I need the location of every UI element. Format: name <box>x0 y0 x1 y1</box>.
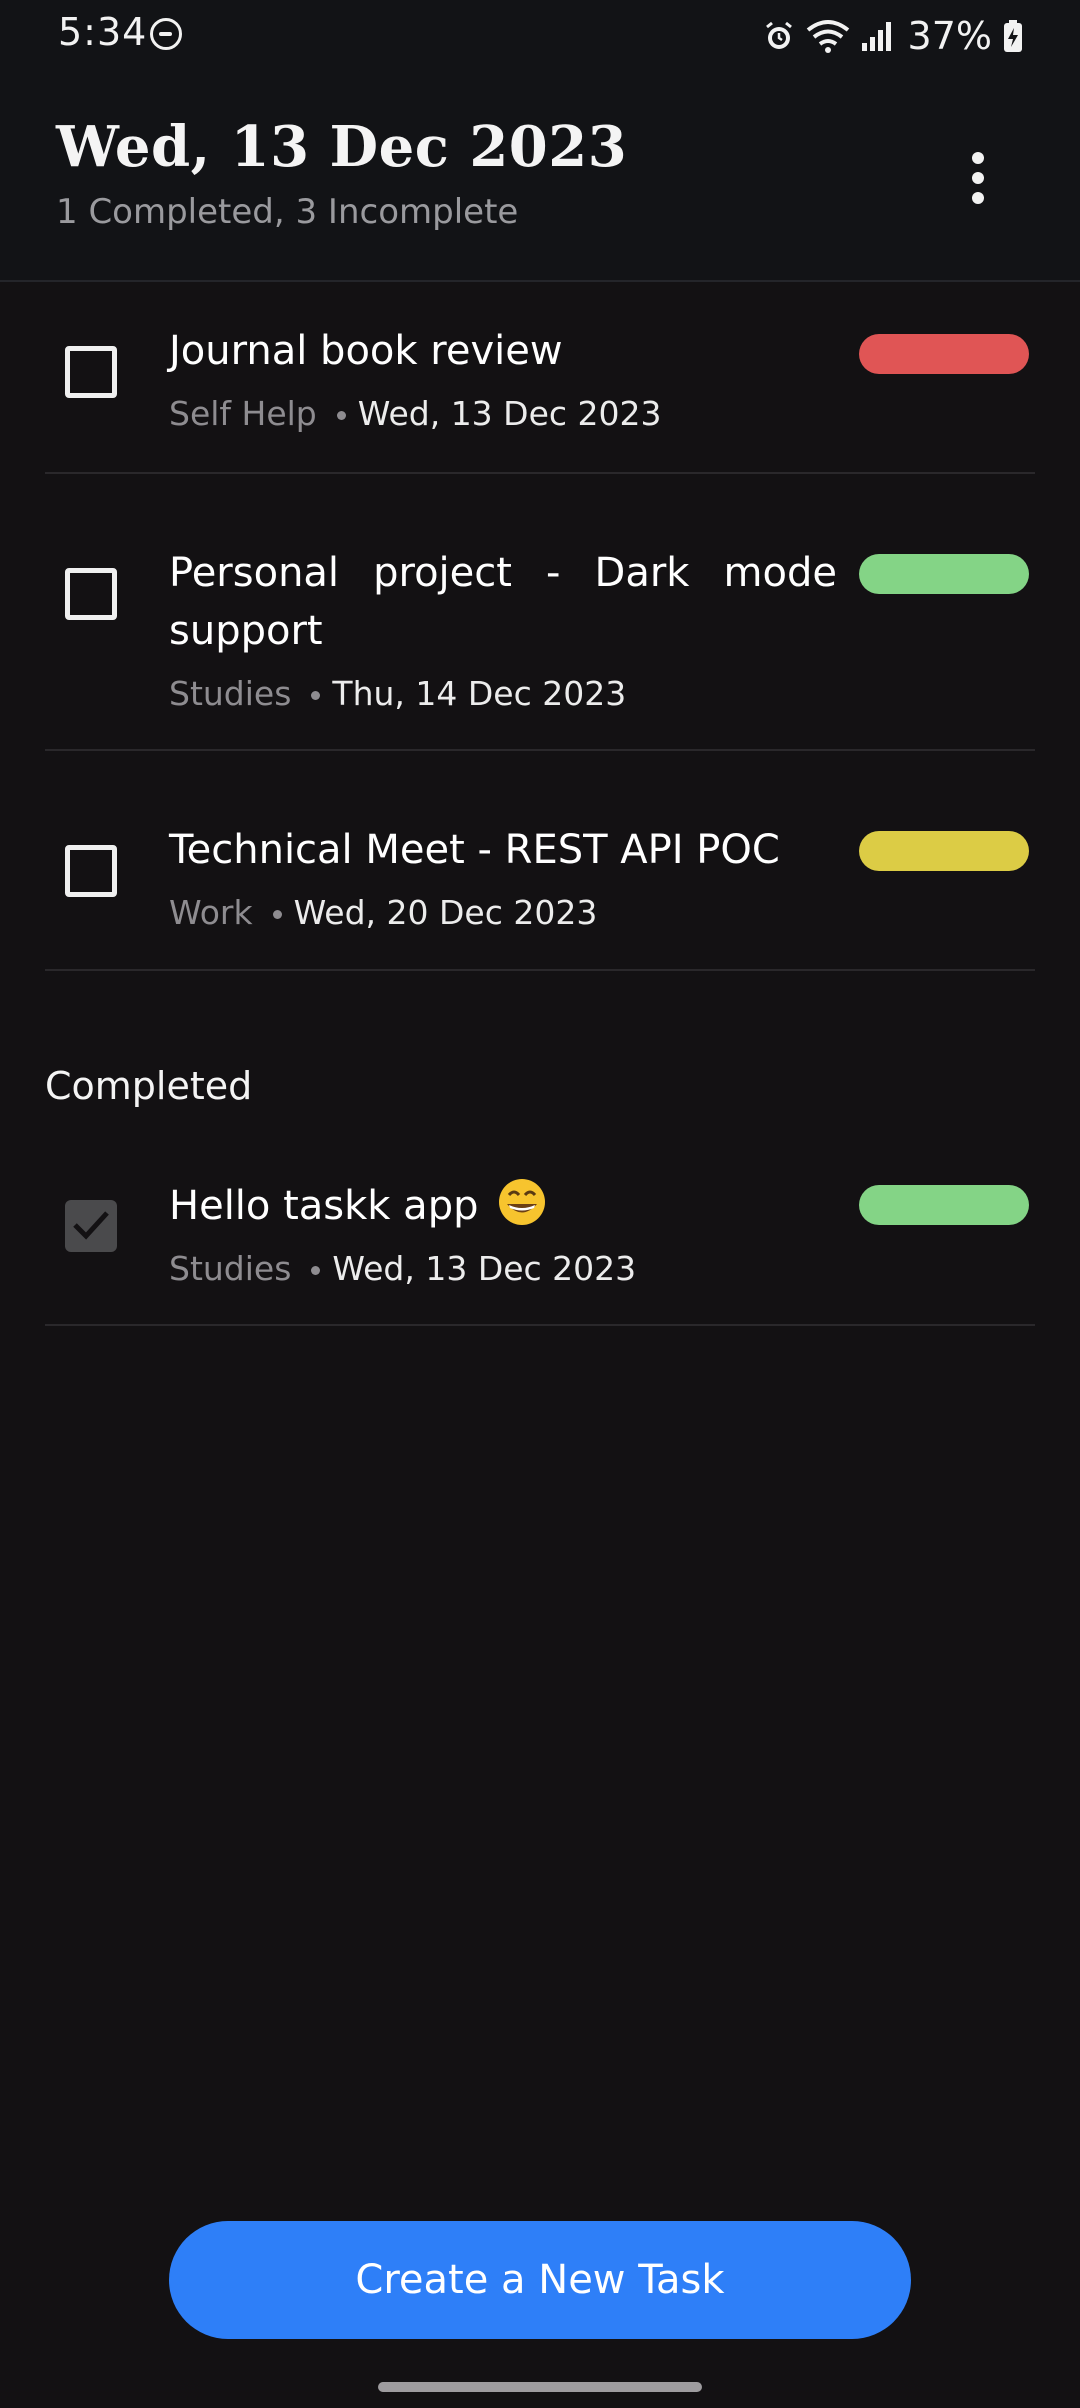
task-row[interactable]: Technical Meet - REST API POC Work Wed, 2… <box>45 751 1035 971</box>
create-task-button[interactable]: Create a New Task <box>169 2221 911 2339</box>
priority-indicator <box>859 1185 1029 1225</box>
task-title-text: Hello taskk app <box>169 1183 479 1229</box>
status-time: 5:34 <box>58 10 148 54</box>
more-vert-icon-dot <box>972 192 984 204</box>
task-row[interactable]: Journal book review Self Help Wed, 13 Dec… <box>45 284 1035 474</box>
completed-task-row[interactable]: Hello taskk app Studies Wed, 13 Dec 2023 <box>45 1155 1035 1326</box>
separator-dot <box>336 411 346 420</box>
task-meta: Studies Thu, 14 Dec 2023 <box>169 674 626 713</box>
separator-dot <box>311 691 321 700</box>
task-checkbox-checked[interactable] <box>65 1200 117 1252</box>
task-meta: Work Wed, 20 Dec 2023 <box>169 893 597 932</box>
task-title: Technical Meet - REST API POC <box>169 827 780 873</box>
task-checkbox[interactable] <box>65 845 117 897</box>
task-title: Personal project - Dark mode support <box>169 550 837 654</box>
separator-dot <box>272 910 282 919</box>
wifi-icon <box>806 18 850 54</box>
grinning-face-emoji-icon <box>497 1177 547 1227</box>
home-indicator[interactable] <box>378 2382 702 2392</box>
more-vert-icon <box>972 152 984 164</box>
task-date: Wed, 20 Dec 2023 <box>293 893 598 932</box>
task-category: Work <box>169 893 253 932</box>
task-row[interactable]: Personal project - Dark mode support Stu… <box>45 474 1035 751</box>
task-summary: 1 Completed, 3 Incomplete <box>56 192 519 232</box>
do-not-disturb-icon <box>150 18 182 50</box>
priority-indicator <box>859 831 1029 871</box>
task-meta: Self Help Wed, 13 Dec 2023 <box>169 394 662 433</box>
task-date: Thu, 14 Dec 2023 <box>332 674 627 713</box>
task-category: Self Help <box>169 394 317 433</box>
task-title: Journal book review <box>169 328 563 374</box>
completed-section-heading: Completed <box>45 1064 253 1108</box>
separator-dot <box>311 1266 321 1275</box>
signal-icon <box>860 19 894 53</box>
alarm-icon <box>762 19 796 53</box>
priority-indicator <box>859 334 1029 374</box>
task-date: Wed, 13 Dec 2023 <box>357 394 662 433</box>
more-options-button[interactable] <box>956 138 1000 218</box>
task-category: Studies <box>169 1249 292 1288</box>
task-date: Wed, 13 Dec 2023 <box>332 1249 637 1288</box>
checkmark-icon <box>73 1211 109 1240</box>
task-checkbox[interactable] <box>65 568 117 620</box>
page-title: Wed, 13 Dec 2023 <box>56 114 628 180</box>
more-vert-icon-dot <box>972 172 984 184</box>
task-meta: Studies Wed, 13 Dec 2023 <box>169 1249 636 1288</box>
task-category: Studies <box>169 674 292 713</box>
battery-charging-icon <box>1002 19 1024 53</box>
task-checkbox[interactable] <box>65 346 117 398</box>
battery-percentage: 37% <box>907 14 992 58</box>
status-bar: 5:34 37% <box>0 0 1080 72</box>
task-title: Hello taskk app <box>169 1177 837 1235</box>
app-header: Wed, 13 Dec 2023 1 Completed, 3 Incomple… <box>0 72 1080 282</box>
priority-indicator <box>859 554 1029 594</box>
status-icons: 37% <box>762 10 1024 62</box>
